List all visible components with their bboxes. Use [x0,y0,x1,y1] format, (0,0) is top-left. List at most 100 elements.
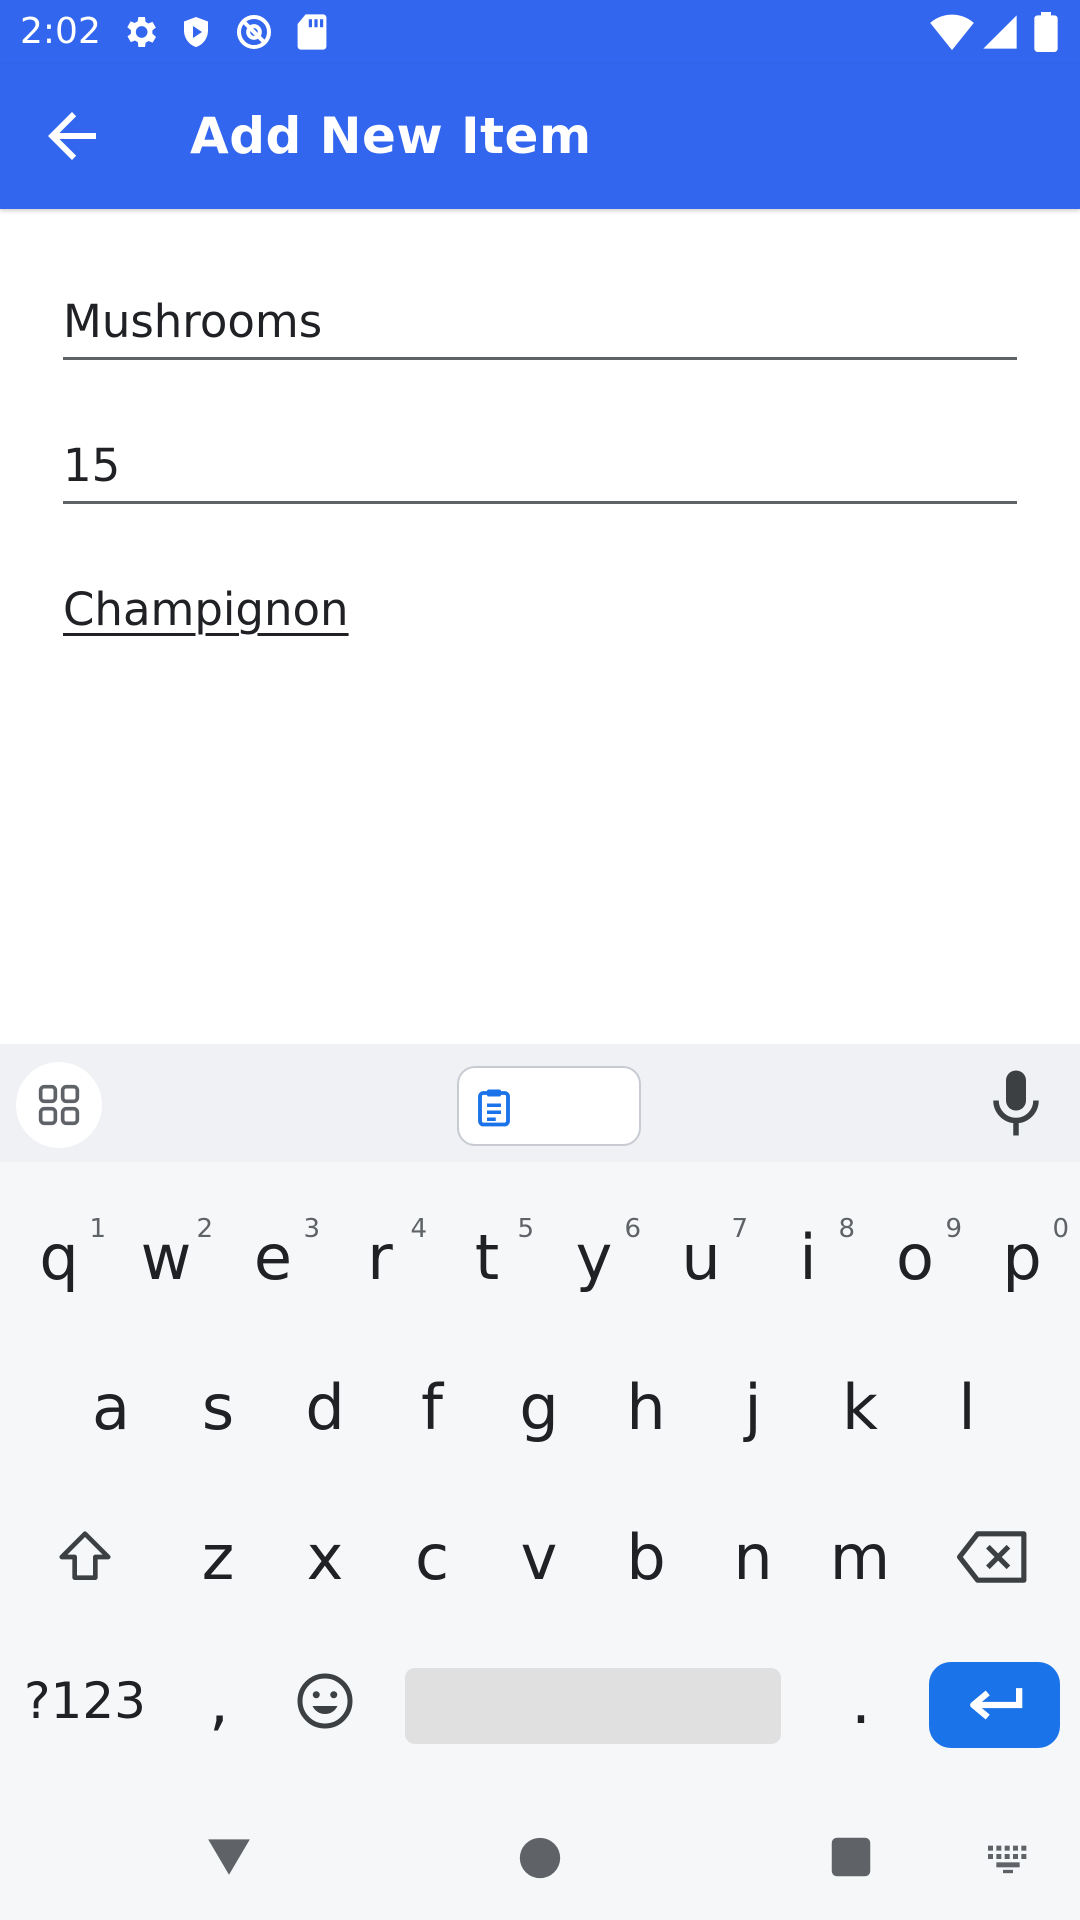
key-f[interactable]: f [379,1342,485,1472]
key-n-label: n [733,1520,773,1594]
item-quantity-underline [63,501,1017,504]
enter-key[interactable] [929,1662,1060,1748]
key-j-label: j [744,1370,762,1444]
key-w-label: w [140,1220,192,1294]
item-quantity-field[interactable]: 15 [63,436,1017,496]
key-n[interactable]: n [700,1492,806,1622]
key-p-label: p [1002,1220,1042,1294]
app-bar: Add New Item [0,64,1080,209]
shift-icon [59,1531,111,1580]
key-t-label: t [474,1220,500,1294]
keyboard-apps-button[interactable] [16,1062,102,1148]
key-l[interactable]: l [914,1342,1020,1472]
key-v-label: v [520,1520,558,1594]
key-i-hint: 8 [838,1214,855,1244]
voice-input-button[interactable] [990,1068,1042,1138]
clipboard-icon [478,1089,510,1127]
key-m-label: m [829,1520,891,1594]
key-t[interactable]: t5 [434,1192,540,1322]
keyboard-toolbar [0,1044,1080,1162]
key-z[interactable]: z [165,1492,271,1622]
item-name-field[interactable]: Mushrooms [63,292,1017,352]
key-a-label: a [92,1370,130,1444]
key-c[interactable]: c [379,1492,485,1622]
key-q-label: q [39,1220,79,1294]
status-right-icons [930,12,1080,52]
key-z-label: z [201,1520,235,1594]
key-k[interactable]: k [807,1342,913,1472]
wifi-icon [930,14,974,51]
key-i[interactable]: i8 [755,1192,861,1322]
key-q-hint: 1 [89,1214,106,1244]
key-g-label: g [519,1370,559,1444]
key-v[interactable]: v [486,1492,592,1622]
item-name-value: Mushrooms [63,295,323,348]
key-f-label: f [421,1370,443,1444]
status-time: 2:02 [20,11,101,52]
key-o-hint: 9 [945,1214,962,1244]
sd-card-icon [297,14,327,50]
key-p-hint: 0 [1052,1214,1069,1244]
comma-key-label: , [209,1664,229,1738]
key-r-label: r [367,1220,393,1294]
enter-icon [969,1688,1022,1720]
key-y[interactable]: y6 [541,1192,647,1322]
key-g[interactable]: g [486,1342,592,1472]
emoji-key[interactable] [272,1636,378,1766]
key-y-label: y [575,1220,613,1294]
key-k-label: k [842,1370,878,1444]
key-e[interactable]: e3 [220,1192,326,1322]
cell-signal-icon [983,15,1017,49]
gear-icon [127,17,156,47]
nav-recents-icon[interactable] [830,1836,872,1878]
key-s-label: s [201,1370,235,1444]
item-name-underline [63,357,1017,360]
symbols-key[interactable]: ?123 [20,1636,150,1766]
grid-icon [38,1084,80,1126]
key-y-hint: 6 [624,1214,641,1244]
status-bar: 2:02 [0,0,1080,64]
clipboard-button[interactable] [457,1066,641,1146]
backspace-key[interactable] [940,1492,1046,1622]
key-b[interactable]: b [593,1492,699,1622]
key-p[interactable]: p0 [969,1192,1075,1322]
key-j[interactable]: j [700,1342,806,1472]
key-m[interactable]: m [807,1492,913,1622]
key-h[interactable]: h [593,1342,699,1472]
item-note-value: Champignon [63,583,349,636]
key-w-hint: 2 [196,1214,213,1244]
nav-home-icon[interactable] [518,1836,562,1880]
key-i-label: i [799,1220,817,1294]
key-d[interactable]: d [272,1342,378,1472]
key-x-label: x [306,1520,344,1594]
key-x[interactable]: x [272,1492,378,1622]
emoji-icon [297,1673,353,1729]
key-r[interactable]: r4 [327,1192,433,1322]
navigation-bar [0,1804,1080,1920]
key-c-label: c [414,1520,450,1594]
key-d-label: d [305,1370,345,1444]
key-r-hint: 4 [410,1214,427,1244]
soft-keyboard: q1w2e3r4t5y6u7i8o9p0 asdfghjkl zxcvbnm ?… [0,1044,1080,1920]
key-o[interactable]: o9 [862,1192,968,1322]
key-u[interactable]: u7 [648,1192,754,1322]
space-key[interactable] [405,1668,781,1744]
key-e-hint: 3 [303,1214,320,1244]
nav-back-icon[interactable] [204,1834,254,1878]
item-note-field[interactable]: Champignon [63,580,1017,640]
key-h-label: h [626,1370,666,1444]
period-key[interactable]: . [808,1636,914,1766]
key-a[interactable]: a [58,1342,164,1472]
at-sign-icon [237,15,271,49]
key-u-hint: 7 [731,1214,748,1244]
shield-icon [184,17,208,47]
keyboard-switch-icon[interactable] [986,1844,1030,1874]
key-e-label: e [253,1220,293,1294]
comma-key[interactable]: , [166,1636,272,1766]
shift-key[interactable] [32,1492,138,1622]
key-q[interactable]: q1 [6,1192,112,1322]
key-w[interactable]: w2 [113,1192,219,1322]
key-s[interactable]: s [165,1342,271,1472]
symbols-key-label: ?123 [24,1672,146,1730]
back-button[interactable] [36,100,108,172]
